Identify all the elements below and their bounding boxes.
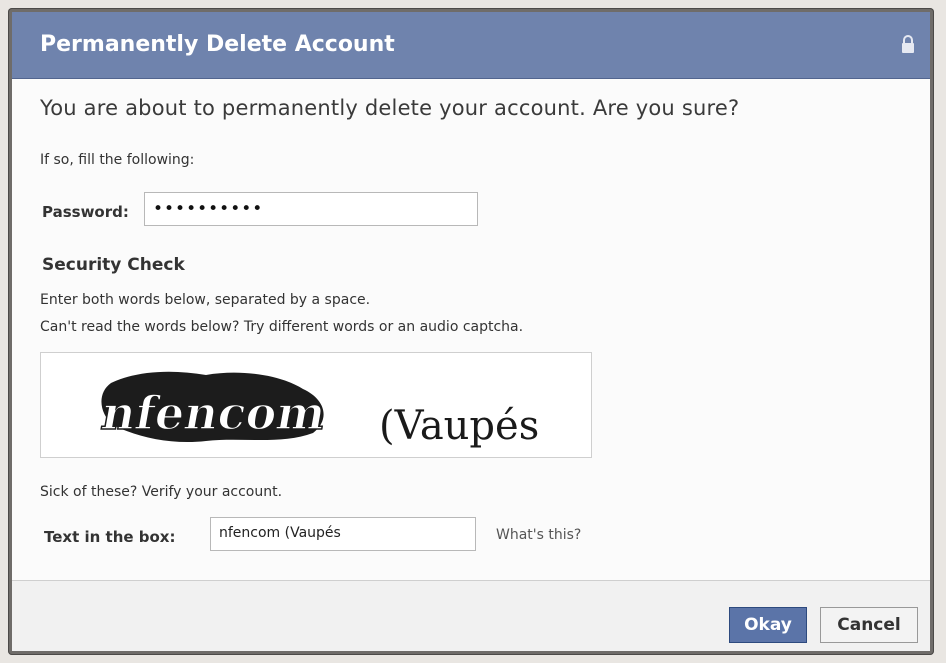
okay-button[interactable]: Okay xyxy=(729,607,807,643)
confirmation-question: You are about to permanently delete your… xyxy=(40,96,740,120)
lock-icon xyxy=(900,34,916,54)
captcha-answer-input[interactable]: nfencom (Vaupés xyxy=(210,517,476,551)
text-in-box-label: Text in the box: xyxy=(44,528,176,546)
captcha-word-2: (Vaupés xyxy=(379,403,539,449)
whats-this-link[interactable]: What's this? xyxy=(496,527,581,543)
dialog-title: Permanently Delete Account xyxy=(40,32,395,57)
svg-text:nfencom: nfencom xyxy=(98,385,331,440)
captcha-image: nfencom (Vaupés xyxy=(40,352,592,458)
cancel-button[interactable]: Cancel xyxy=(820,607,918,643)
delete-account-dialog: Permanently Delete Account You are about… xyxy=(12,12,930,651)
password-field[interactable]: •••••••••• xyxy=(144,192,478,226)
password-label: Password: xyxy=(42,203,129,221)
fill-hint: If so, fill the following: xyxy=(40,152,195,168)
security-instructions: Enter both words below, separated by a s… xyxy=(40,292,371,308)
security-check-title: Security Check xyxy=(42,255,185,275)
verify-account-text[interactable]: Sick of these? Verify your account. xyxy=(40,484,282,500)
dialog-footer: Okay Cancel xyxy=(12,580,930,651)
dialog-title-bar: Permanently Delete Account xyxy=(12,12,930,79)
captcha-word-1: nfencom xyxy=(97,385,331,441)
captcha-alternative-text: Can't read the words below? Try differen… xyxy=(40,319,524,335)
